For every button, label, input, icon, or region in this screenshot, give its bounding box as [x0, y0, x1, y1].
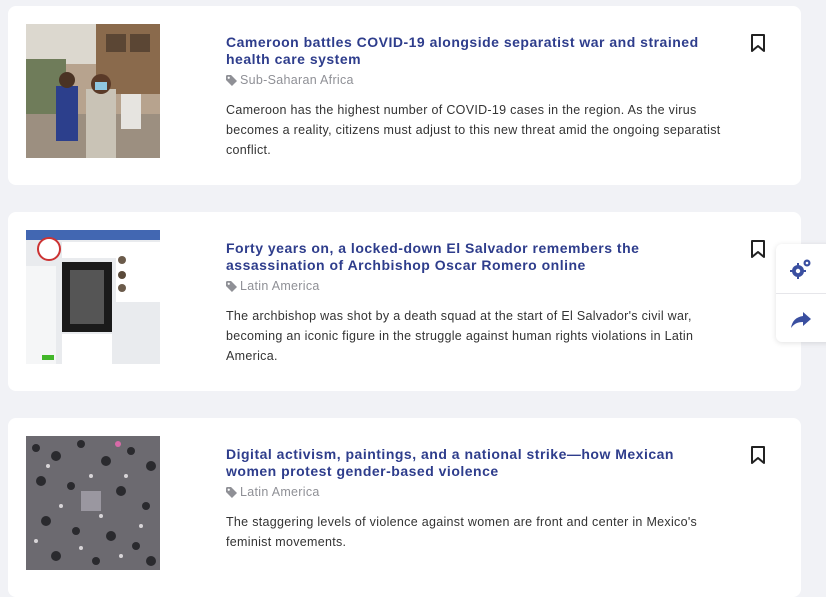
article-title[interactable]: Forty years on, a locked-down El Salvado… [226, 240, 721, 274]
article-card[interactable]: Forty years on, a locked-down El Salvado… [8, 212, 801, 391]
settings-button[interactable] [776, 244, 826, 293]
article-summary: Cameroon has the highest number of COVID… [226, 103, 721, 157]
article-region[interactable]: Sub-Saharan Africa [226, 72, 721, 88]
facebook-screenshot-image [26, 230, 160, 364]
article-summary: The archbishop was shot by a death squad… [226, 309, 694, 363]
article-summary: The staggering levels of violence agains… [226, 515, 698, 549]
region-label: Latin America [240, 485, 320, 499]
street-photo-image [26, 24, 160, 158]
floating-side-panel [776, 244, 826, 342]
article-title[interactable]: Digital activism, paintings, and a natio… [226, 446, 721, 480]
bookmark-icon[interactable] [749, 33, 767, 53]
share-button[interactable] [776, 294, 826, 343]
article-card[interactable]: Cameroon battles COVID-19 alongside sepa… [8, 6, 801, 185]
article-region[interactable]: Latin America [226, 278, 721, 294]
article-thumbnail[interactable] [26, 230, 160, 364]
share-arrow-icon [791, 311, 811, 328]
settings-gears-icon [790, 259, 811, 279]
tag-icon [226, 74, 237, 86]
region-label: Sub-Saharan Africa [240, 73, 354, 87]
tag-icon [226, 280, 237, 292]
article-thumbnail[interactable] [26, 436, 160, 570]
article-title[interactable]: Cameroon battles COVID-19 alongside sepa… [226, 34, 721, 68]
tag-icon [226, 486, 237, 498]
article-thumbnail[interactable] [26, 24, 160, 158]
article-region[interactable]: Latin America [226, 484, 721, 500]
region-label: Latin America [240, 279, 320, 293]
bookmark-icon[interactable] [749, 445, 767, 465]
bookmark-icon[interactable] [749, 239, 767, 259]
article-card[interactable]: Digital activism, paintings, and a natio… [8, 418, 801, 597]
crowd-aerial-image [26, 436, 160, 570]
